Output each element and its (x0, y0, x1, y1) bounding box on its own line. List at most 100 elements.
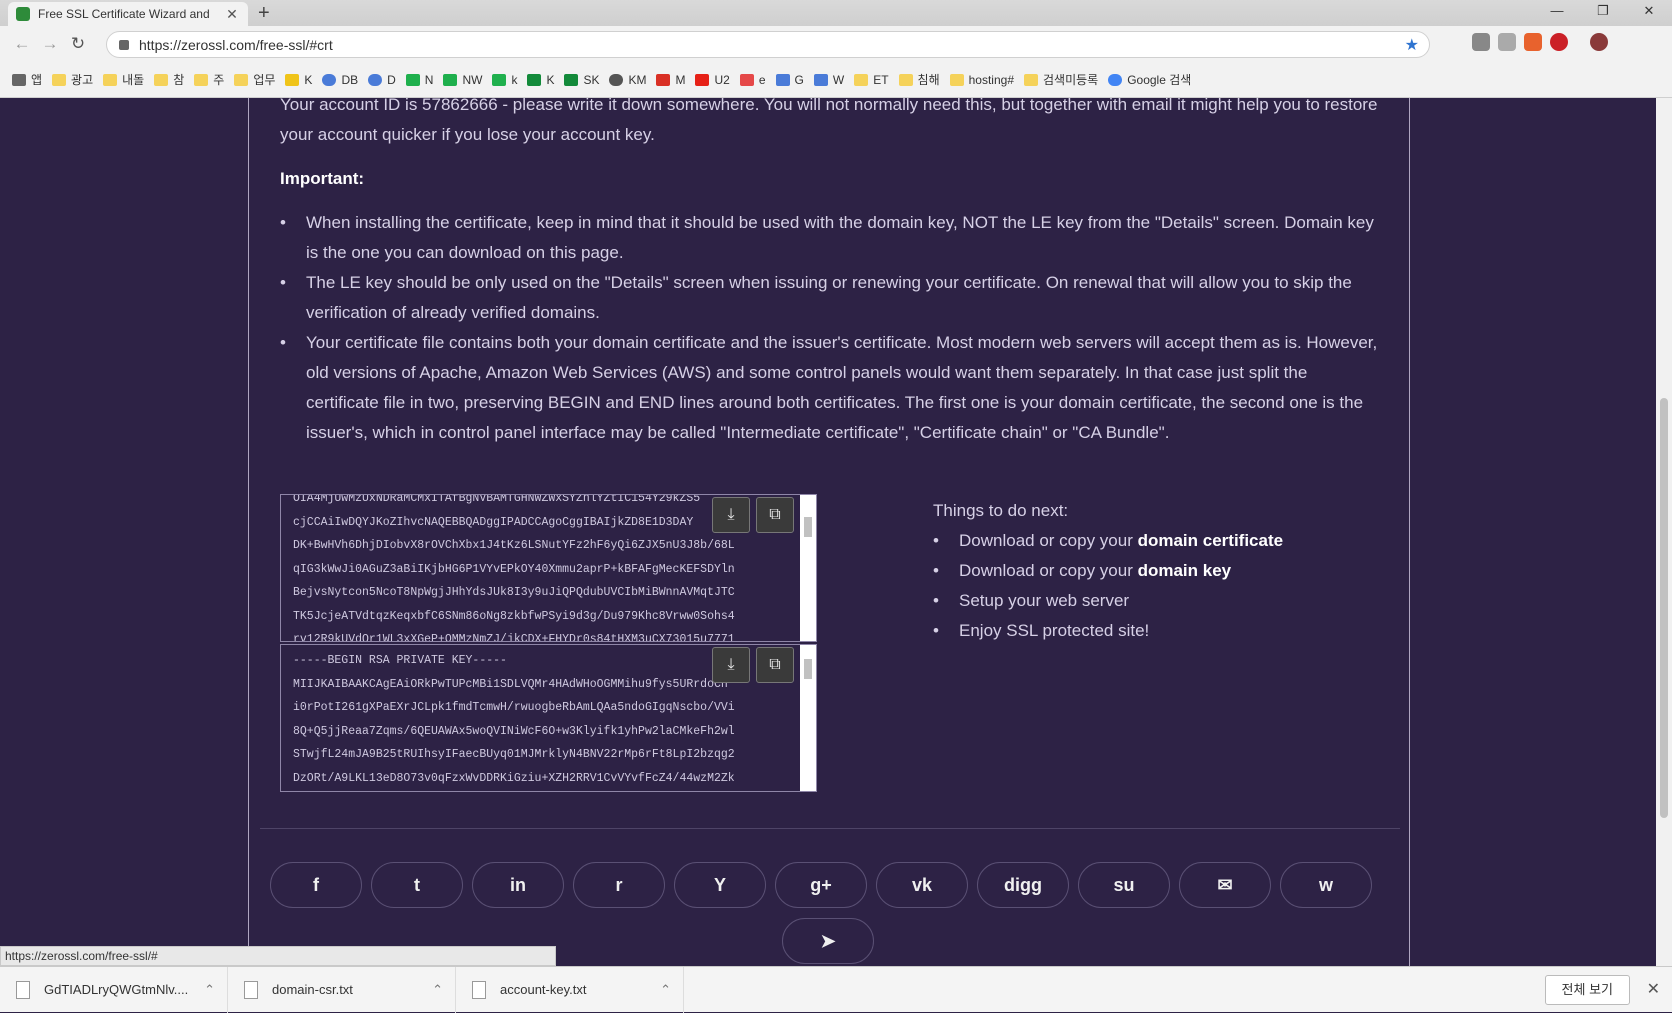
site-icon (527, 73, 542, 86)
whatsapp-icon[interactable]: w (1280, 862, 1372, 908)
download-item[interactable]: domain-csr.txt ⌃ (228, 966, 456, 1013)
account-id-text: Your account ID is 57862666 - please wri… (280, 98, 1378, 144)
key-actions: ⤓ ⧉ (712, 647, 794, 683)
copy-icon[interactable]: ⧉ (756, 497, 794, 533)
linkedin-icon[interactable]: in (472, 862, 564, 908)
bookmark-item[interactable]: 업무 (234, 71, 275, 88)
address-bar[interactable]: https://zerossl.com/free-ssl/#crt ★ (106, 31, 1430, 58)
domain-key-link[interactable]: domain key (1138, 561, 1232, 580)
google-icon (1108, 73, 1123, 86)
textarea-scrollbar[interactable] (800, 495, 816, 641)
stumbleupon-icon[interactable]: su (1078, 862, 1170, 908)
chevron-up-icon[interactable]: ⌃ (204, 982, 215, 998)
bookmark-item[interactable]: N (405, 73, 433, 87)
bookmark-item[interactable]: G (775, 73, 804, 87)
bookmark-item[interactable]: DB (322, 73, 358, 87)
chevron-up-icon[interactable]: ⌃ (660, 982, 671, 998)
bookmark-item[interactable]: 앱 (12, 71, 42, 88)
bookmark-item[interactable]: 검색미등록 (1024, 71, 1098, 88)
chevron-up-icon[interactable]: ⌃ (432, 982, 443, 998)
site-icon (564, 73, 579, 86)
reddit-icon[interactable]: r (573, 862, 665, 908)
extension-icon[interactable] (1472, 33, 1490, 51)
important-list: When installing the certificate, keep in… (280, 208, 1380, 448)
page-scrollbar[interactable] (1656, 98, 1672, 966)
vk-icon[interactable]: vk (876, 862, 968, 908)
copy-icon[interactable]: ⧉ (756, 647, 794, 683)
pinterest-icon[interactable] (1550, 33, 1568, 51)
scroll-thumb[interactable] (1660, 398, 1668, 818)
share-buttons: f t in r Y g+ vk digg su ✉ w (270, 862, 1372, 908)
download-icon[interactable]: ⤓ (712, 647, 750, 683)
extension-icons (1472, 33, 1608, 51)
url-text: https://zerossl.com/free-ssl/#crt (139, 36, 333, 53)
page-content: Your account ID is 57862666 - please wri… (0, 98, 1656, 966)
bookmark-star-icon[interactable]: ★ (1405, 35, 1419, 55)
site-icon (443, 73, 458, 86)
site-icon (368, 73, 383, 86)
folder-icon (52, 73, 67, 86)
certificate-textarea[interactable]: OIA4MjUwMzUxNDRaMCMxITAfBgNVBAMTGHNWZWxS… (280, 494, 817, 642)
list-item: Setup your web server (933, 586, 1283, 616)
download-item[interactable]: GdTIADLryQWGtmNlv.... ⌃ (0, 966, 228, 1013)
browser-toolbar: ← → ↻ https://zerossl.com/free-ssl/#crt … (0, 26, 1672, 62)
bookmark-item[interactable]: NW (443, 73, 482, 87)
share-icon[interactable] (1498, 33, 1516, 51)
bookmark-item[interactable]: ET (854, 73, 889, 87)
restore-icon[interactable]: ❐ (1580, 0, 1626, 24)
folder-icon (234, 73, 249, 86)
folder-icon (154, 73, 169, 86)
download-icon[interactable]: ⤓ (712, 497, 750, 533)
digg-icon[interactable]: digg (977, 862, 1069, 908)
google-plus-icon[interactable]: g+ (775, 862, 867, 908)
bookmark-item[interactable]: 광고 (52, 71, 93, 88)
list-item: Enjoy SSL protected site! (933, 616, 1283, 646)
bookmark-item[interactable]: hosting# (949, 73, 1014, 87)
close-window-icon[interactable]: ✕ (1626, 0, 1672, 24)
scroll-thumb[interactable] (804, 659, 812, 679)
downloads-bar: GdTIADLryQWGtmNlv.... ⌃ domain-csr.txt ⌃ a… (0, 966, 1672, 1013)
email-icon[interactable]: ✉ (1179, 862, 1271, 908)
close-icon[interactable]: ✕ (1647, 979, 1660, 999)
bookmark-item[interactable]: K (527, 73, 554, 87)
reload-icon[interactable]: ↻ (64, 34, 92, 54)
extension-icon[interactable] (1524, 33, 1542, 51)
textarea-scrollbar[interactable] (800, 645, 816, 791)
bookmark-item[interactable]: 침해 (898, 71, 940, 88)
domain-certificate-link[interactable]: domain certificate (1138, 531, 1284, 550)
minimize-icon[interactable]: — (1534, 0, 1580, 24)
bookmark-item[interactable]: D (368, 73, 396, 87)
scroll-thumb[interactable] (804, 517, 812, 537)
close-tab-icon[interactable]: ✕ (224, 6, 240, 23)
bookmark-item[interactable]: e (739, 73, 766, 87)
hackernews-icon[interactable]: Y (674, 862, 766, 908)
bookmark-item[interactable]: K (285, 73, 312, 87)
bookmark-item[interactable]: KM (609, 73, 646, 87)
forward-icon[interactable]: → (36, 34, 64, 54)
browser-tab[interactable]: Free SSL Certificate Wizard and ✕ (8, 2, 248, 26)
domain-key-textarea[interactable]: -----BEGIN RSA PRIVATE KEY----- MIIJKAIB… (280, 644, 817, 792)
bookmark-item[interactable]: U2 (695, 73, 730, 87)
telegram-icon[interactable]: ➤ (782, 918, 874, 964)
facebook-icon[interactable]: f (270, 862, 362, 908)
bookmark-item[interactable]: 참 (154, 71, 184, 88)
folder-icon (854, 73, 869, 86)
bookmark-item[interactable]: W (813, 73, 844, 87)
back-icon[interactable]: ← (8, 34, 36, 54)
bookmark-item[interactable]: SK (564, 73, 599, 87)
apps-icon (12, 73, 26, 86)
list-item: The LE key should be only used on the "D… (280, 268, 1380, 328)
translate-icon (775, 73, 790, 86)
site-icon (322, 73, 337, 86)
avatar[interactable] (1590, 33, 1608, 51)
bookmark-item[interactable]: k (492, 73, 517, 87)
twitter-icon[interactable]: t (371, 862, 463, 908)
bookmark-item[interactable]: M (656, 73, 685, 87)
bookmark-item[interactable]: 내돌 (103, 71, 144, 88)
bookmark-item[interactable]: 주 (194, 71, 224, 88)
show-all-button[interactable]: 전체 보기 (1544, 975, 1630, 1005)
download-item[interactable]: account-key.txt ⌃ (456, 966, 684, 1013)
new-tab-button[interactable]: + (258, 2, 270, 24)
bookmark-item[interactable]: Google 검색 (1108, 71, 1191, 88)
divider (248, 98, 249, 966)
